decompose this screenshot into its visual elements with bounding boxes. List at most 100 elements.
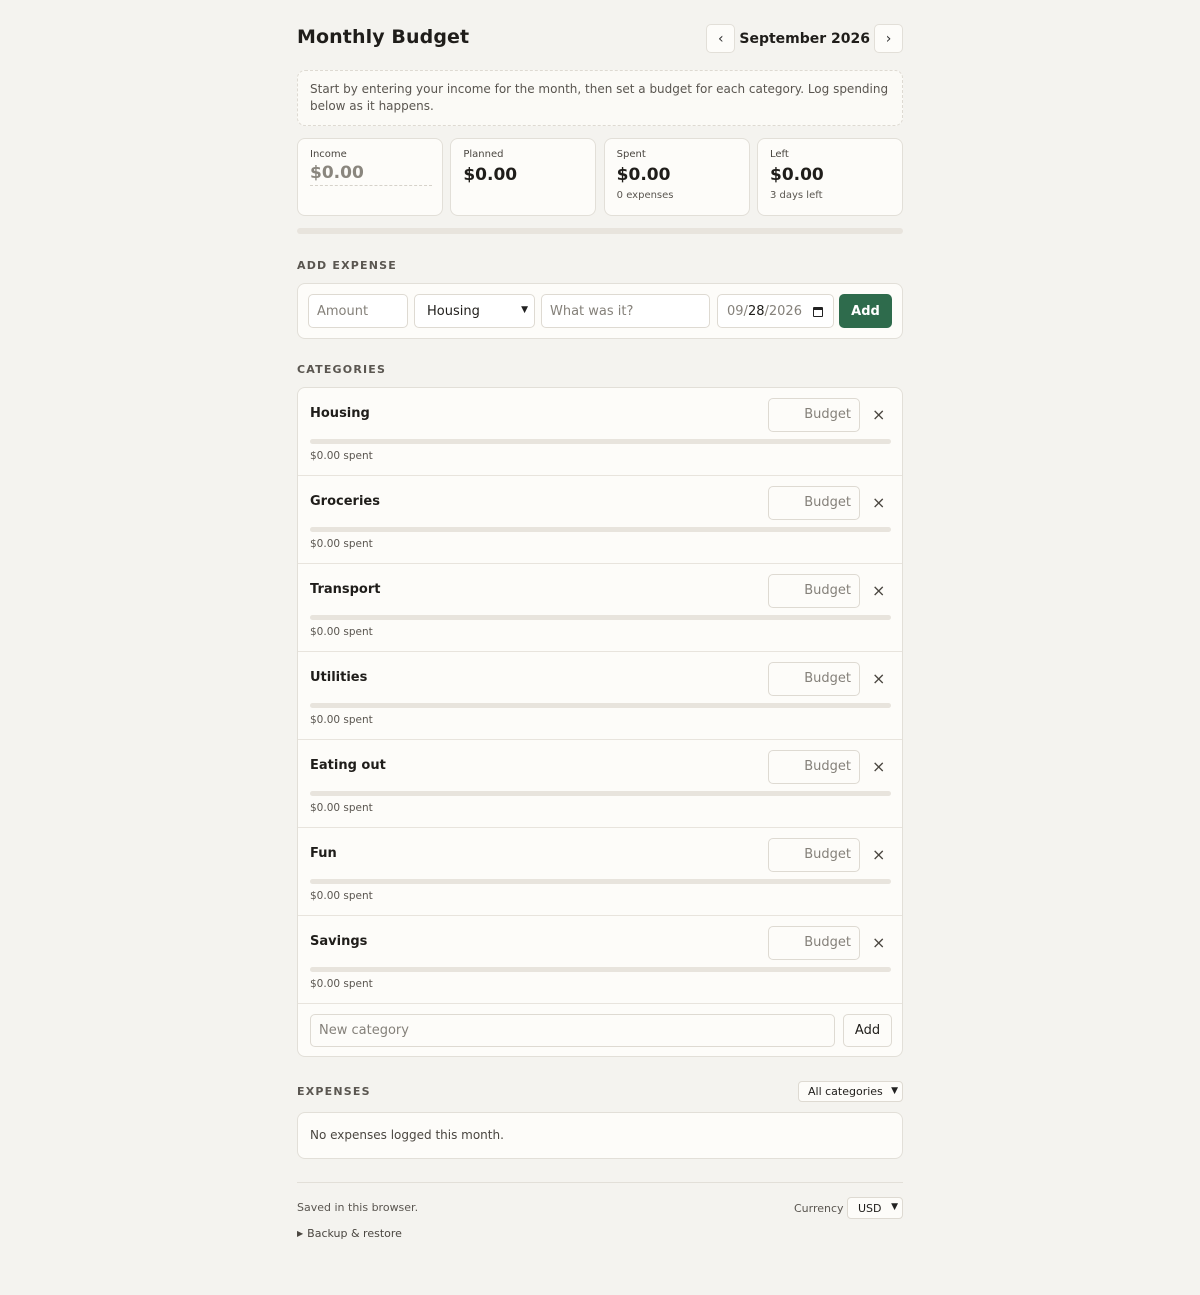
disclosure-triangle-icon: ▶ (297, 1229, 304, 1238)
remove-category-button[interactable]: × (872, 493, 885, 512)
footer-divider (297, 1182, 903, 1183)
category-name: Eating out (310, 758, 386, 773)
remove-category-button[interactable]: × (872, 933, 885, 952)
planned-value: $0.00 (463, 165, 518, 185)
remove-category-button[interactable]: × (872, 757, 885, 776)
expenses-list: No expenses logged this month. (297, 1112, 903, 1159)
category-name: Transport (310, 582, 381, 597)
date-year: 2026 (768, 303, 802, 319)
category-filter-value: All categories (808, 1085, 883, 1098)
category-progress-bar (310, 791, 891, 796)
remove-category-button[interactable]: × (872, 845, 885, 864)
category-budget-input[interactable]: Budget (768, 926, 860, 960)
category-budget-input[interactable]: Budget (768, 486, 860, 520)
add-category-button[interactable]: Add (843, 1014, 892, 1047)
chevron-down-icon: ▼ (891, 1086, 898, 1096)
left-card: Left $0.00 3 days left (756, 138, 903, 216)
categories-list: Housing Budget × $0.00 spent Groceries Budget… (297, 387, 903, 1057)
category-progress-bar (310, 703, 891, 708)
planned-label: Planned (463, 149, 504, 160)
expenses-heading: EXPENSES (297, 1085, 371, 1098)
next-month-button[interactable]: › (874, 24, 903, 53)
chevron-right-icon: › (885, 30, 892, 47)
category-spent: $0.00 spent (310, 802, 373, 814)
category-spent: $0.00 spent (310, 626, 373, 638)
chevron-left-icon: ‹ (718, 30, 724, 47)
amount-input[interactable]: Amount (308, 294, 408, 328)
date-day: 28 (747, 303, 765, 319)
category-spent: $0.00 spent (310, 538, 373, 550)
calendar-icon[interactable] (813, 307, 823, 317)
left-value: $0.00 (769, 165, 824, 185)
category-budget-input[interactable]: Budget (768, 750, 860, 784)
category-spent: $0.00 spent (310, 450, 373, 462)
income-label: Income (310, 149, 347, 160)
category-spent: $0.00 spent (310, 714, 373, 726)
remove-category-button[interactable]: × (872, 669, 885, 688)
category-spent: $0.00 spent (310, 890, 373, 902)
categories-heading: CATEGORIES (297, 363, 387, 376)
remove-category-button[interactable]: × (872, 405, 885, 424)
category-row: Groceries Budget × $0.00 spent (298, 476, 902, 564)
header: Monthly Budget ‹ September 2026 › (297, 24, 903, 53)
spent-card: Spent $0.00 0 expenses (603, 138, 750, 216)
remove-category-button[interactable]: × (872, 581, 885, 600)
close-icon: × (872, 493, 886, 512)
add-expense-heading: ADD EXPENSE (297, 259, 398, 272)
category-budget-input[interactable]: Budget (768, 574, 860, 608)
days-left: 3 days left (769, 190, 823, 201)
close-icon: × (872, 757, 886, 776)
spent-value: $0.00 (616, 165, 671, 185)
category-row: Savings Budget × $0.00 spent (298, 916, 902, 1004)
income-input[interactable] (310, 163, 432, 186)
planned-card: Planned $0.00 (450, 138, 597, 216)
add-expense-form: Amount Housing ▼ What was it? 09/28/2026… (297, 283, 903, 339)
empty-expenses-message: No expenses logged this month. (310, 1128, 504, 1142)
income-card: Income (297, 138, 443, 216)
currency-select[interactable]: USD ▼ (847, 1197, 903, 1219)
spent-label: Spent (616, 149, 646, 160)
category-progress-bar (310, 439, 891, 444)
backup-restore-toggle[interactable]: ▶ Backup & restore (297, 1227, 402, 1240)
category-progress-bar (310, 527, 891, 532)
category-select-value: Housing (427, 303, 480, 319)
category-row: Housing Budget × $0.00 spent (298, 388, 902, 476)
category-progress-bar (310, 615, 891, 620)
overall-progress-bar (297, 228, 903, 234)
date-input[interactable]: 09/28/2026 (717, 294, 834, 328)
new-category-input[interactable]: New category (310, 1014, 835, 1047)
instructions-hint: Start by entering your income for the mo… (297, 70, 903, 126)
month-navigator: ‹ September 2026 › (706, 24, 903, 53)
close-icon: × (872, 405, 886, 424)
description-input[interactable]: What was it? (541, 294, 710, 328)
category-budget-input[interactable]: Budget (768, 662, 860, 696)
currency-value: USD (858, 1202, 882, 1215)
close-icon: × (872, 669, 886, 688)
category-row: Utilities Budget × $0.00 spent (298, 652, 902, 740)
expense-count: 0 expenses (616, 190, 674, 201)
close-icon: × (872, 845, 886, 864)
close-icon: × (872, 581, 886, 600)
page-title: Monthly Budget (297, 26, 470, 48)
backup-restore-label: Backup & restore (307, 1227, 402, 1240)
currency-label: Currency (794, 1202, 844, 1215)
category-budget-input[interactable]: Budget (768, 838, 860, 872)
category-select[interactable]: Housing ▼ (414, 294, 535, 328)
category-row: Transport Budget × $0.00 spent (298, 564, 902, 652)
category-filter-select[interactable]: All categories ▼ (798, 1081, 903, 1102)
category-name: Groceries (310, 494, 380, 509)
category-row: Eating out Budget × $0.00 spent (298, 740, 902, 828)
category-budget-input[interactable]: Budget (768, 398, 860, 432)
prev-month-button[interactable]: ‹ (706, 24, 736, 53)
chevron-down-icon: ▼ (891, 1202, 898, 1212)
category-progress-bar (310, 879, 891, 884)
category-name: Savings (310, 934, 368, 949)
chevron-down-icon: ▼ (521, 305, 528, 315)
close-icon: × (872, 933, 886, 952)
category-spent: $0.00 spent (310, 978, 373, 990)
date-month: 09 (727, 303, 744, 319)
add-expense-button[interactable]: Add (839, 294, 892, 328)
current-month: September 2026 (739, 30, 870, 47)
category-progress-bar (310, 967, 891, 972)
summary-cards: Income Planned $0.00 Spent $0.00 0 expen… (297, 138, 903, 216)
